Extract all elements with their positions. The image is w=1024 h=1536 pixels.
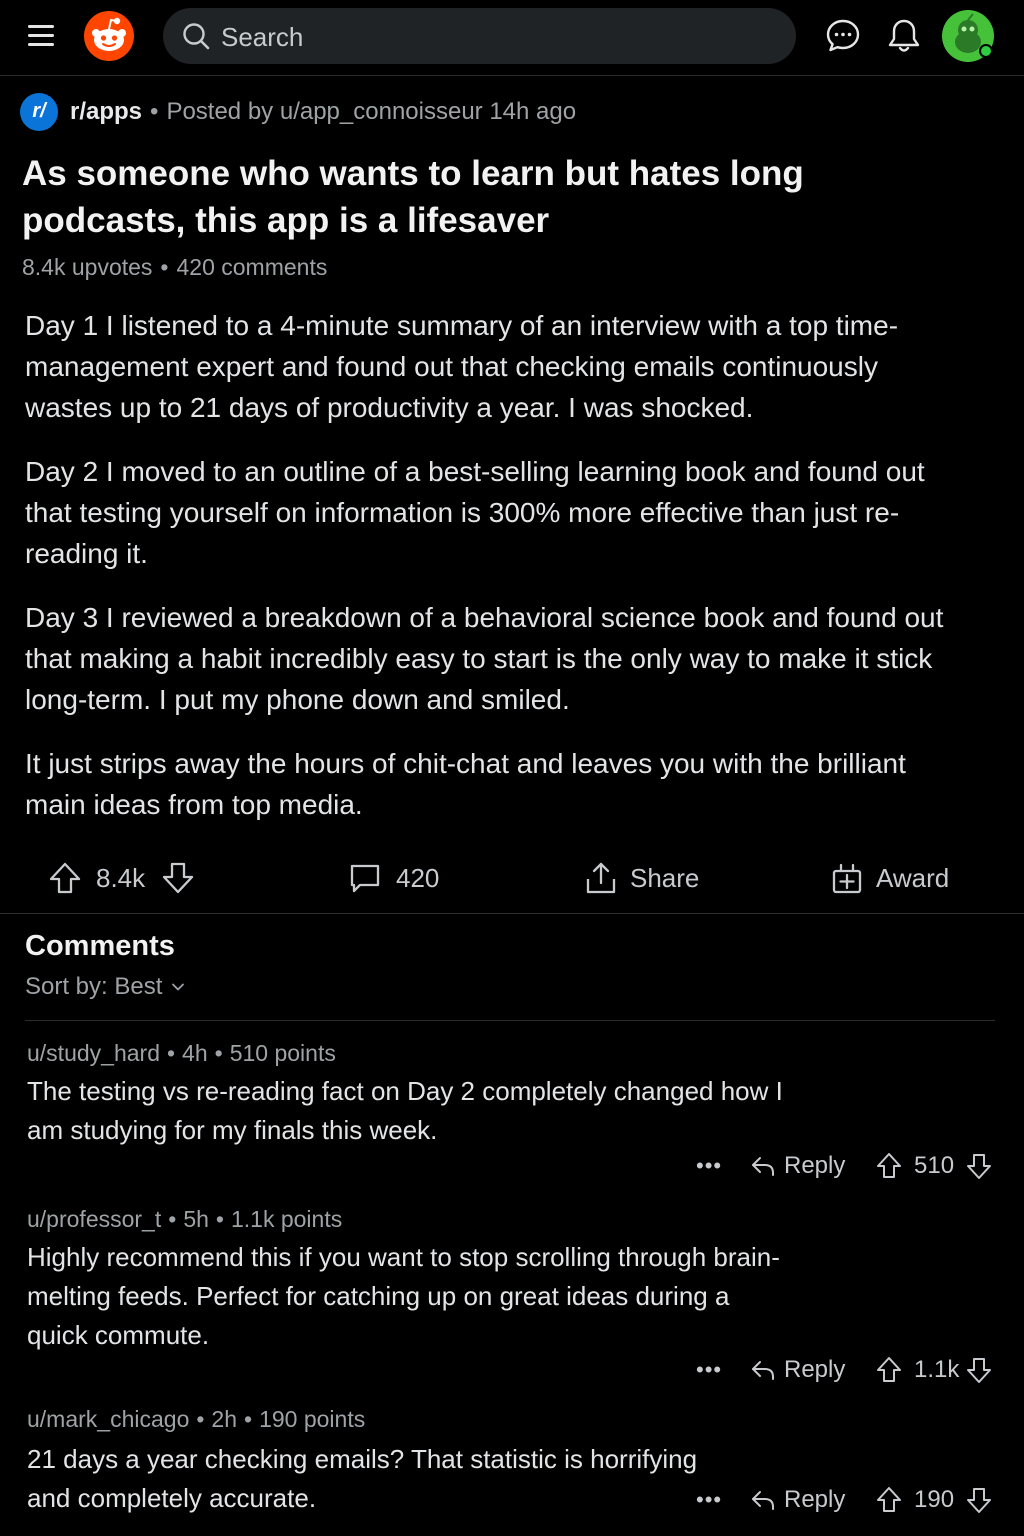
comments-button-label: 420	[396, 862, 440, 893]
more-options-icon[interactable]: •••	[696, 1482, 722, 1518]
reply-arrow-icon	[752, 1361, 774, 1380]
top-bar: Search	[0, 0, 1024, 76]
comments-button[interactable]: 420	[348, 858, 439, 898]
comment-meta: u/study_hard • 4h • 510 points	[27, 1040, 336, 1067]
reply-button[interactable]: Reply	[750, 1352, 845, 1388]
separator-dot: •	[150, 98, 159, 125]
chat-icon[interactable]	[824, 17, 862, 55]
comment-downvote-icon[interactable]	[966, 1482, 992, 1518]
vote-count: 8.4k	[96, 862, 146, 893]
sort-label: Sort by: Best	[25, 973, 163, 1000]
comment-author[interactable]: u/study_hard	[27, 1040, 160, 1066]
comment-time: 2h	[211, 1406, 238, 1432]
upvotes-count: 8.4k upvotes	[22, 254, 153, 280]
reply-label: Reply	[784, 1152, 846, 1179]
comment-downvote-icon[interactable]	[966, 1352, 992, 1388]
comment-time: 5h	[183, 1206, 209, 1232]
comment-text: 21 days a year checking emails? That sta…	[27, 1444, 698, 1513]
post-paragraph: Day 3 I reviewed a breakdown of a behavi…	[25, 602, 944, 715]
section-divider	[0, 913, 1024, 914]
upvote-icon[interactable]	[48, 861, 82, 895]
search-bar[interactable]: Search	[163, 8, 796, 64]
comment-text: Highly recommend this if you want to sto…	[27, 1242, 780, 1350]
comment-meta: u/professor_t • 5h • 1.1k points	[27, 1206, 342, 1233]
share-button[interactable]: Share	[584, 858, 699, 898]
more-options-icon[interactable]: •••	[696, 1148, 722, 1184]
reply-button[interactable]: Reply	[750, 1148, 845, 1184]
award-label: Award	[876, 862, 950, 893]
hamburger-menu-icon[interactable]	[26, 22, 56, 50]
more-options-icon[interactable]: •••	[696, 1352, 722, 1388]
separator-dot: •	[166, 1040, 176, 1066]
chevron-down-icon	[172, 983, 185, 991]
post-time: 14h ago	[489, 98, 577, 125]
comments-count: 420 comments	[176, 254, 328, 280]
notification-bell-icon[interactable]	[886, 17, 922, 55]
post-stats: 8.4k upvotes • 420 comments	[22, 254, 327, 281]
sort-dropdown[interactable]: Sort by: Best	[25, 973, 186, 1001]
subreddit-icon[interactable]: r/	[20, 93, 58, 131]
online-status-indicator	[979, 44, 993, 58]
downvote-icon[interactable]	[161, 861, 195, 895]
post-paragraph: Day 2 I moved to an outline of a best-se…	[25, 456, 925, 569]
reply-label: Reply	[784, 1356, 846, 1383]
comment-meta: u/mark_chicago • 2h • 190 points	[27, 1406, 365, 1433]
comment-points: 510 points	[229, 1040, 336, 1066]
comment-downvote-icon[interactable]	[966, 1148, 992, 1184]
comments-heading: Comments	[25, 930, 175, 962]
comments-divider	[25, 1020, 995, 1021]
search-icon	[183, 23, 210, 50]
comment-vote-count: 510	[914, 1152, 955, 1179]
share-label: Share	[630, 862, 700, 893]
comment-actions: ••• Reply 190	[690, 1482, 1000, 1518]
comment-vote-count: 190	[914, 1486, 955, 1513]
separator-dot: •	[244, 1406, 253, 1432]
comment-text: The testing vs re-reading fact on Day 2 …	[27, 1076, 783, 1145]
post-body: Day 1 I listened to a 4-minute summary o…	[25, 305, 955, 848]
reddit-logo-icon[interactable]	[84, 11, 134, 61]
reply-label: Reply	[784, 1486, 846, 1513]
separator-dot: •	[196, 1406, 205, 1432]
comment-points: 1.1k points	[230, 1206, 343, 1232]
reply-button[interactable]: Reply	[750, 1482, 845, 1518]
separator-dot: •	[160, 254, 169, 280]
comment-actions: ••• Reply 1.1k	[690, 1352, 1000, 1388]
reply-arrow-icon	[752, 1157, 774, 1176]
share-icon	[586, 862, 616, 894]
comment-author[interactable]: u/professor_t	[27, 1206, 161, 1232]
comment-upvote-icon[interactable]	[876, 1352, 902, 1388]
gift-icon	[832, 863, 862, 894]
comment-points: 190 points	[259, 1406, 366, 1432]
comment-actions: ••• Reply 510	[690, 1148, 1000, 1184]
post-paragraph: It just strips away the hours of chit-ch…	[25, 748, 906, 820]
separator-dot: •	[215, 1206, 224, 1232]
post-title: As someone who wants to learn but hates …	[22, 154, 804, 240]
separator-dot: •	[214, 1040, 223, 1066]
reply-arrow-icon	[752, 1491, 774, 1510]
search-input[interactable]: Search	[221, 22, 303, 53]
posted-by[interactable]: Posted by u/app_connoisseur	[166, 98, 482, 125]
post-meta: r/apps • Posted by u/app_connoisseur 14h a…	[70, 98, 576, 126]
award-button[interactable]: Award	[830, 858, 949, 898]
comment-icon	[350, 864, 380, 893]
comment-upvote-icon[interactable]	[876, 1482, 902, 1518]
comment-vote-count: 1.1k	[914, 1356, 960, 1383]
vote-controls: 8.4k	[48, 858, 195, 898]
comment-time: 4h	[182, 1040, 208, 1066]
comment-author[interactable]: u/mark_chicago	[27, 1406, 189, 1432]
separator-dot: •	[168, 1206, 177, 1232]
comment-upvote-icon[interactable]	[876, 1148, 902, 1184]
post-paragraph: Day 1 I listened to a 4-minute summary o…	[25, 310, 899, 423]
subreddit-link[interactable]: r/apps	[70, 98, 142, 125]
